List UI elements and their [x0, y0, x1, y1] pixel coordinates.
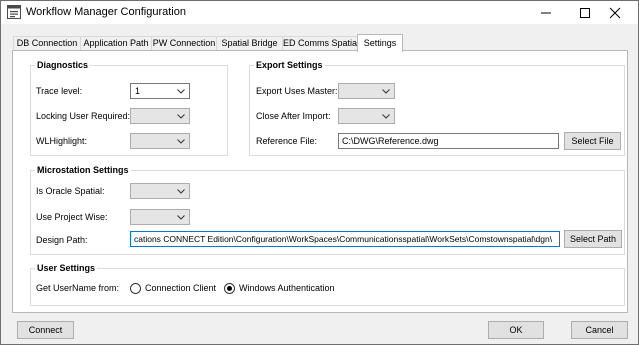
maximize-icon: [580, 8, 590, 18]
design-path-label: Design Path:: [36, 235, 88, 245]
export-settings-group: Export Settings Export Uses Master: Clos…: [249, 60, 625, 156]
user-settings-title: User Settings: [35, 263, 98, 273]
reference-file-input[interactable]: C:\DWG\Reference.dwg: [338, 133, 559, 149]
reference-file-label: Reference File:: [256, 136, 318, 146]
microstation-settings-group: Microstation Settings Is Oracle Spatial:…: [30, 165, 625, 255]
chevron-down-icon: [382, 89, 390, 94]
tab-application-path[interactable]: Application Path: [80, 36, 152, 51]
windows-authentication-label[interactable]: Windows Authentication: [239, 283, 335, 293]
use-project-wise-label: Use Project Wise:: [36, 212, 108, 222]
chevron-down-icon: [382, 114, 390, 119]
is-oracle-spatial-label: Is Oracle Spatial:: [36, 186, 105, 196]
config-window: Workflow Manager Configuration DB Connec…: [0, 0, 639, 345]
close-icon: [609, 7, 621, 19]
select-path-button[interactable]: Select Path: [564, 230, 622, 248]
close-after-import-label: Close After Import:: [256, 111, 331, 121]
connection-client-radio[interactable]: [130, 283, 141, 294]
user-settings-group: User Settings Get UserName from: Connect…: [30, 263, 625, 306]
chevron-down-icon: [177, 89, 185, 94]
connect-button[interactable]: Connect: [17, 321, 74, 339]
title-bar: Workflow Manager Configuration: [1, 1, 638, 24]
select-file-button[interactable]: Select File: [564, 132, 621, 150]
ok-button[interactable]: OK: [488, 321, 544, 339]
diagnostics-group: Diagnostics Trace level: 1 Locking User …: [30, 60, 228, 156]
diagnostics-title: Diagnostics: [35, 60, 91, 70]
design-path-input[interactable]: cations CONNECT Edition\Configuration\Wo…: [130, 231, 560, 247]
trace-level-dropdown[interactable]: 1: [130, 83, 190, 99]
export-uses-master-dropdown[interactable]: [338, 83, 395, 99]
window-title: Workflow Manager Configuration: [26, 6, 186, 18]
locking-user-required-dropdown[interactable]: [130, 108, 190, 124]
microstation-settings-title: Microstation Settings: [35, 165, 131, 175]
export-settings-title: Export Settings: [254, 60, 325, 70]
chevron-down-icon: [177, 189, 185, 194]
export-uses-master-label: Export Uses Master:: [256, 86, 338, 96]
windows-authentication-radio[interactable]: [224, 283, 235, 294]
wlhighlight-dropdown[interactable]: [130, 133, 190, 149]
tab-pw-connection[interactable]: PW Connection: [151, 36, 217, 51]
is-oracle-spatial-dropdown[interactable]: [130, 183, 190, 199]
close-button[interactable]: [592, 1, 638, 24]
settings-panel: Diagnostics Trace level: 1 Locking User …: [12, 50, 628, 313]
trace-level-value: 1: [135, 86, 141, 96]
cancel-button[interactable]: Cancel: [571, 321, 628, 339]
chevron-down-icon: [177, 139, 185, 144]
tab-db-connection[interactable]: DB Connection: [13, 36, 81, 51]
app-icon: [7, 5, 21, 19]
use-project-wise-dropdown[interactable]: [130, 209, 190, 225]
close-after-import-dropdown[interactable]: [338, 108, 395, 124]
get-username-label: Get UserName from:: [36, 283, 120, 293]
wlhighlight-label: WLHighlight:: [36, 136, 88, 146]
tab-spatial-bridge[interactable]: Spatial Bridge: [216, 36, 283, 51]
connection-client-label[interactable]: Connection Client: [145, 283, 216, 293]
chevron-down-icon: [177, 114, 185, 119]
locking-user-required-label: Locking User Required:: [36, 111, 131, 121]
chevron-down-icon: [177, 215, 185, 220]
minimize-icon: [541, 12, 551, 14]
tab-settings[interactable]: Settings: [357, 34, 403, 52]
tab-ed-comms-spatial[interactable]: ED Comms Spatial: [282, 36, 359, 51]
trace-level-label: Trace level:: [36, 86, 83, 96]
